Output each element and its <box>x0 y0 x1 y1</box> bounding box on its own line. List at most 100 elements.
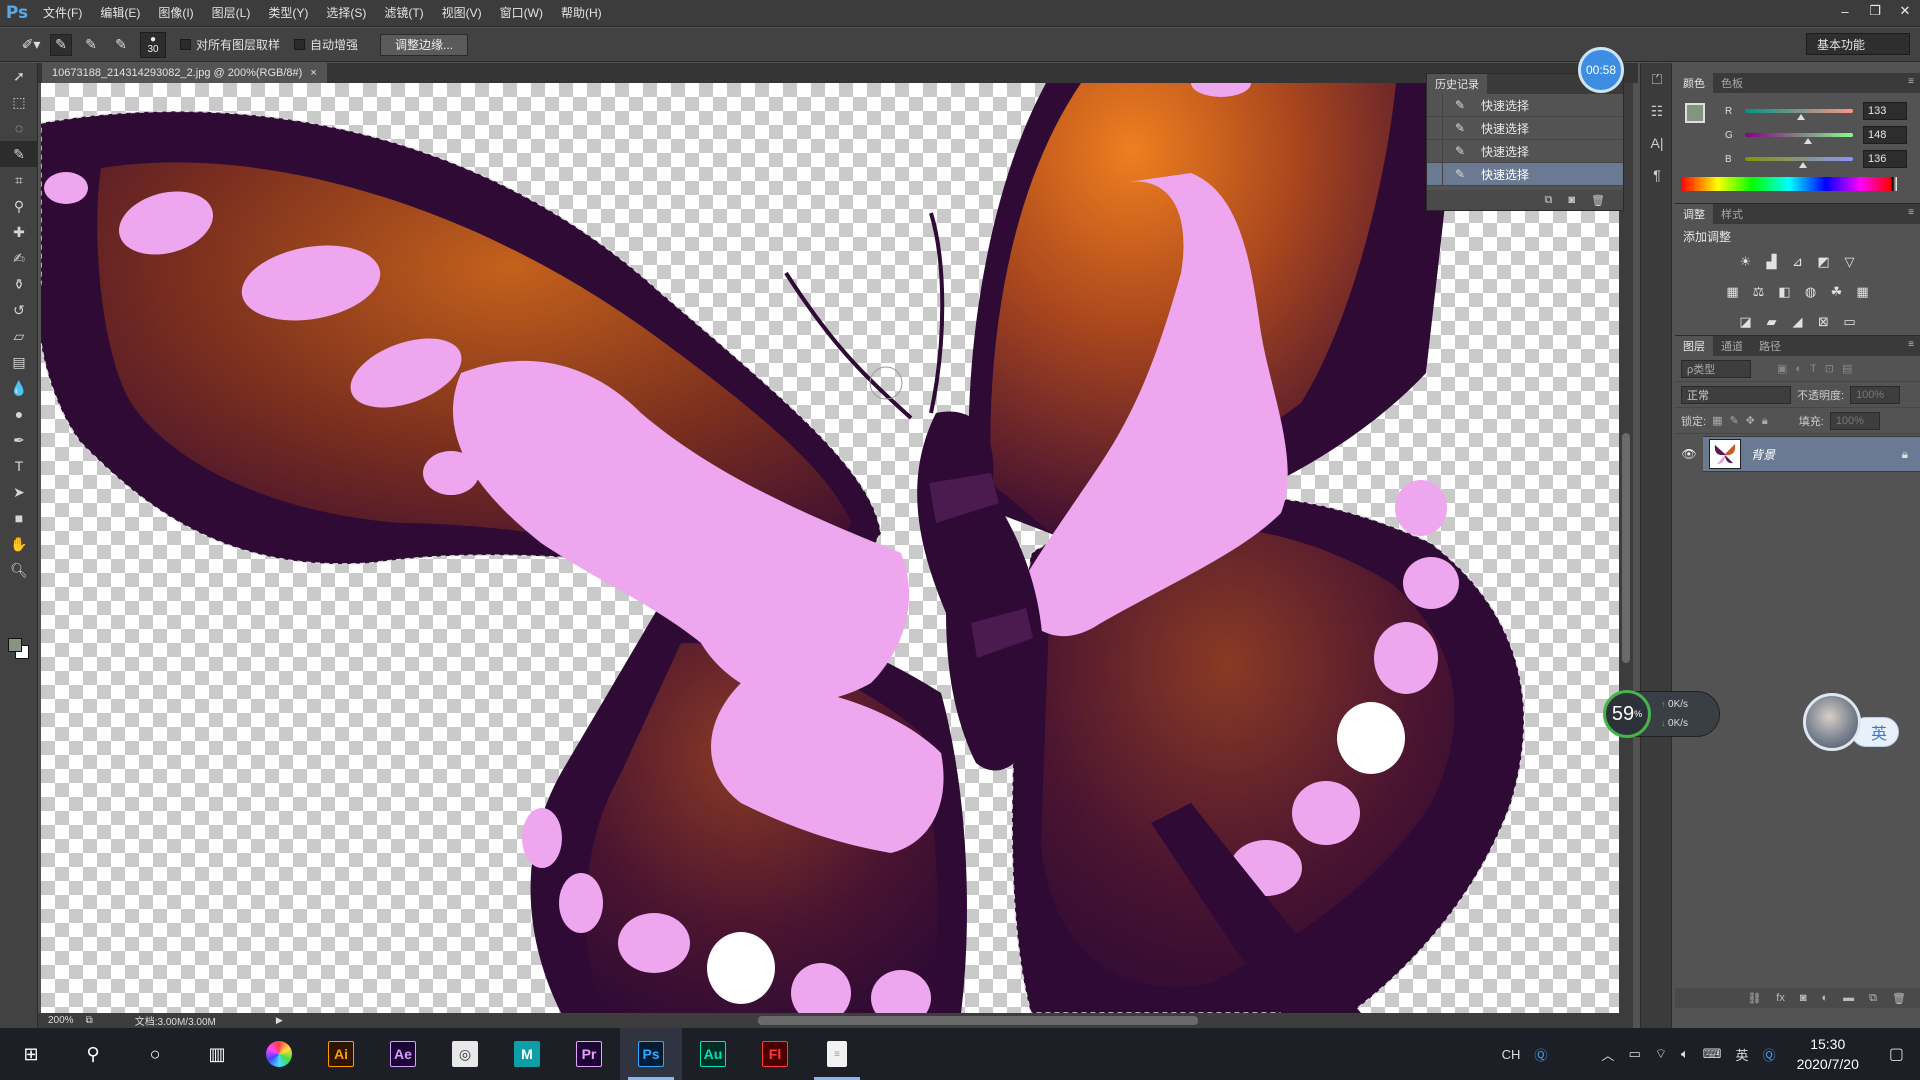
ime-mode-indicator[interactable]: 英 <box>1729 1045 1756 1064</box>
opacity-input[interactable]: 100% <box>1850 385 1901 404</box>
eraser-tool-icon[interactable]: ▱ <box>0 323 38 349</box>
pen-tool-icon[interactable]: ✒ <box>0 427 38 453</box>
close-button[interactable]: ✕ <box>1890 0 1920 22</box>
add-to-selection-brush-icon[interactable]: ✎ <box>80 34 102 56</box>
minimize-button[interactable]: – <box>1830 0 1860 22</box>
selective-color-icon[interactable]: ⊠ <box>1815 313 1833 331</box>
restore-button[interactable]: ❐ <box>1860 0 1890 22</box>
task-view-button[interactable]: ▥ <box>186 1028 248 1080</box>
layer-name[interactable]: 背景 <box>1751 446 1902 463</box>
adjustment-layer-icon[interactable]: ◐ <box>1822 992 1829 1004</box>
new-selection-brush-icon[interactable]: ✎ <box>50 33 72 56</box>
hand-tool-icon[interactable]: ✋ <box>0 531 38 557</box>
language-indicator[interactable]: CH <box>1495 1047 1528 1062</box>
horizontal-scroll-thumb[interactable] <box>758 1016 1198 1025</box>
properties-panel-icon[interactable]: ☷ <box>1641 95 1673 127</box>
document-tab-close-icon[interactable]: × <box>310 67 316 79</box>
tab-paths[interactable]: 路径 <box>1751 336 1789 356</box>
tab-swatches[interactable]: 色板 <box>1713 73 1751 93</box>
green-slider[interactable] <box>1745 133 1853 144</box>
wifi-icon[interactable]: ⌔ <box>1648 1046 1674 1062</box>
subtract-selection-brush-icon[interactable]: ✎ <box>110 34 132 56</box>
foreground-color-swatch[interactable] <box>8 638 22 652</box>
red-value-input[interactable]: 133 <box>1863 102 1907 120</box>
new-group-icon[interactable]: ▬ <box>1843 992 1854 1004</box>
ime-avatar[interactable] <box>1803 693 1861 751</box>
panel-menu-icon[interactable]: ≡ <box>1908 207 1914 218</box>
history-item[interactable]: ✎ 快速选择 <box>1427 93 1623 117</box>
keyboard-icon[interactable]: ⌨ <box>1696 1046 1729 1062</box>
layer-kind-filter[interactable]: ρ类型 <box>1681 359 1751 378</box>
link-layers-icon[interactable]: ⛓ <box>1747 992 1761 1005</box>
taskbar-app-illustrator[interactable]: Ai <box>310 1028 372 1080</box>
taskbar-app-photoshop[interactable]: Ps <box>620 1028 682 1080</box>
blend-mode-dropdown[interactable]: 正常 <box>1681 385 1791 404</box>
color-lookup-icon[interactable]: ▦ <box>1854 283 1872 301</box>
hue-saturation-icon[interactable]: ▦ <box>1724 283 1742 301</box>
layer-filter-icons[interactable]: ▣◐T⊡▤ <box>1777 362 1860 375</box>
visibility-eye-icon[interactable]: 👁︎ <box>1675 436 1703 472</box>
taskbar-app-notepad[interactable]: ≡ <box>806 1028 868 1080</box>
taskbar-app-maya[interactable]: M <box>496 1028 558 1080</box>
ime-floating-widget[interactable]: 英 <box>1803 693 1901 751</box>
dodge-tool-icon[interactable]: ● <box>0 401 38 427</box>
panel-menu-icon[interactable]: ≡ <box>1908 339 1914 350</box>
sample-all-layers-checkbox[interactable]: 对所有图层取样 <box>180 36 280 53</box>
move-tool-icon[interactable]: ➚ <box>0 63 38 89</box>
history-item[interactable]: ✎ 快速选择 <box>1427 116 1623 140</box>
lock-options-icons[interactable]: ▦✎✥🔒︎ <box>1712 414 1775 428</box>
auto-enhance-checkbox[interactable]: 自动增强 <box>294 36 358 53</box>
taskbar-app-premiere[interactable]: Pr <box>558 1028 620 1080</box>
network-monitor-widget[interactable]: 59% ↑ 0K/s ↓ 0K/s <box>1603 690 1720 738</box>
panel-menu-icon[interactable]: ≡ <box>1908 76 1914 87</box>
shape-tool-icon[interactable]: ■ <box>0 505 38 531</box>
new-document-from-state-icon[interactable]: ⧉ <box>1545 194 1553 207</box>
blur-tool-icon[interactable]: 💧 <box>0 375 38 401</box>
cortana-button[interactable]: ○ <box>124 1028 186 1080</box>
taskbar-clock[interactable]: 15:30 2020/7/20 <box>1783 1034 1873 1074</box>
layer-style-icon[interactable]: fx <box>1776 992 1785 1004</box>
channel-mixer-icon[interactable]: ☘ <box>1828 283 1846 301</box>
type-tool-icon[interactable]: T <box>0 453 38 479</box>
canvas-vertical-scrollbar[interactable] <box>1619 83 1633 1013</box>
layer-row-background[interactable]: 👁︎ 背景 🔒︎ <box>1675 436 1920 472</box>
posterize-icon[interactable]: ▰ <box>1763 313 1781 331</box>
tool-preset-picker-icon[interactable]: ✐▾ <box>20 34 42 56</box>
zoom-tool-icon[interactable]: 🔍︎ <box>0 557 38 583</box>
layer-mask-icon[interactable]: ◙ <box>1800 992 1807 1004</box>
menu-help[interactable]: 帮助(H) <box>552 0 611 27</box>
taskbar-app-after-effects[interactable]: Ae <box>372 1028 434 1080</box>
menu-type[interactable]: 类型(Y) <box>259 0 317 27</box>
refine-edge-button[interactable]: 调整边缘... <box>380 33 469 56</box>
menu-select[interactable]: 选择(S) <box>317 0 375 27</box>
menu-filter[interactable]: 滤镜(T) <box>375 0 432 27</box>
share-icon[interactable]: ⧉ <box>86 1015 93 1026</box>
checkbox-box[interactable] <box>294 39 306 50</box>
show-hidden-icons-icon[interactable]: ︿ <box>1594 1045 1621 1064</box>
clone-stamp-tool-icon[interactable]: ⚱ <box>0 271 38 297</box>
taskbar-app-color-wheel[interactable] <box>248 1028 310 1080</box>
path-selection-tool-icon[interactable]: ➤ <box>0 479 38 505</box>
tab-history[interactable]: 历史记录 <box>1427 74 1487 94</box>
zoom-level[interactable]: 200% <box>48 1015 74 1026</box>
tab-color[interactable]: 颜色 <box>1675 73 1713 93</box>
menu-window[interactable]: 窗口(W) <box>491 0 552 27</box>
taskbar-app-flash[interactable]: Fl <box>744 1028 806 1080</box>
scroll-thumb[interactable] <box>1622 433 1630 663</box>
new-layer-icon[interactable]: ⧉ <box>1869 992 1877 1005</box>
workspace-switcher[interactable]: 基本功能 <box>1806 33 1910 55</box>
crop-tool-icon[interactable]: ⌗ <box>0 167 38 193</box>
green-value-input[interactable]: 148 <box>1863 126 1907 144</box>
red-slider-knob[interactable] <box>1797 114 1806 120</box>
qq-icon[interactable]: Ⓠ <box>1756 1045 1783 1064</box>
gradient-map-icon[interactable]: ▭ <box>1841 313 1859 331</box>
exposure-icon[interactable]: ◩ <box>1815 253 1833 271</box>
new-snapshot-icon[interactable]: ◙ <box>1568 194 1575 206</box>
brush-tool-icon[interactable]: ✍ <box>0 245 38 271</box>
status-menu-arrow-icon[interactable]: ▶ <box>276 1015 283 1026</box>
red-slider[interactable] <box>1745 109 1853 120</box>
curves-icon[interactable]: ⊿ <box>1789 253 1807 271</box>
checkbox-box[interactable] <box>180 39 191 50</box>
menu-layer[interactable]: 图层(L) <box>203 0 260 27</box>
photo-filter-icon[interactable]: ◍ <box>1802 283 1820 301</box>
